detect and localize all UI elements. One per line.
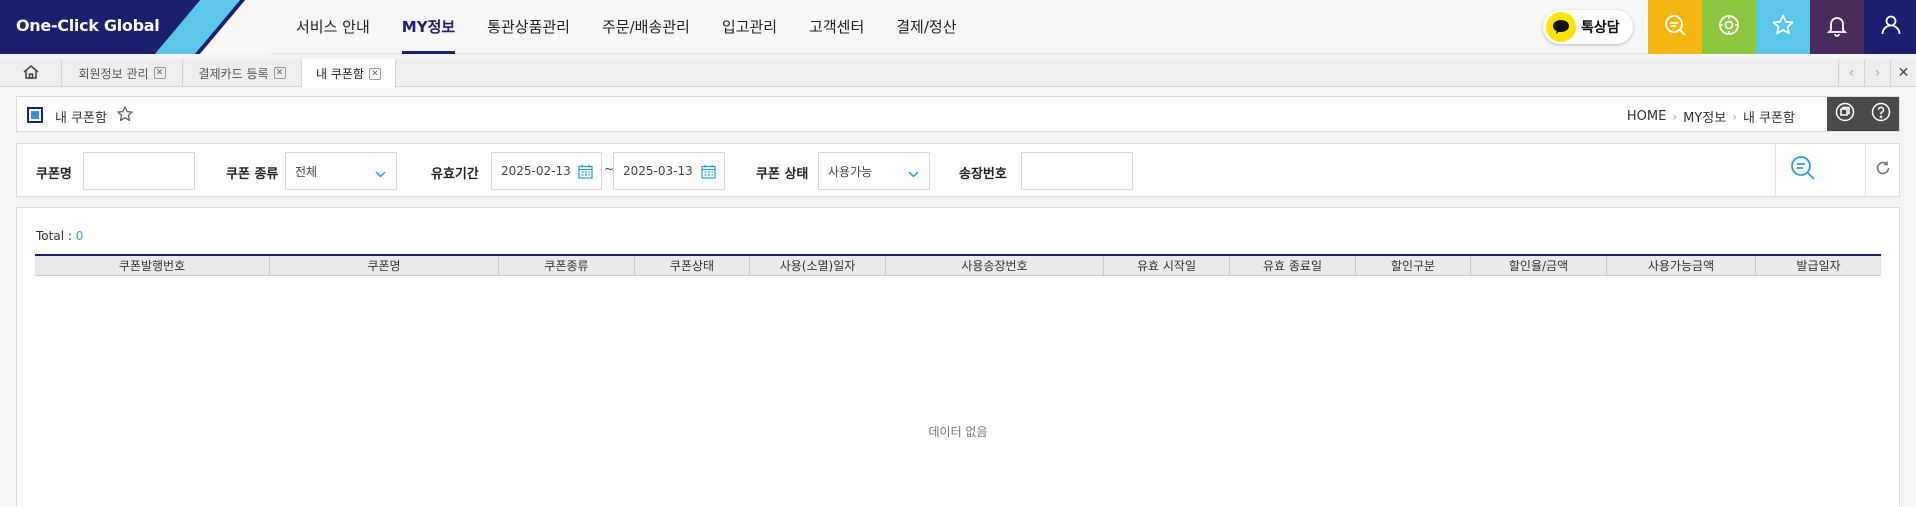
chevron-down-icon [908, 167, 919, 181]
column-valid-start[interactable]: 유효 시작일 [1104, 256, 1230, 276]
valid-period-label: 유효기간 [431, 167, 479, 182]
tab-close-icon[interactable]: ✕ [153, 67, 166, 79]
date-to-value: 2025-03-13 [623, 164, 693, 178]
column-coupon-type[interactable]: 쿠폰종류 [499, 256, 635, 276]
invoice-number-input[interactable] [1021, 152, 1133, 190]
bell-icon [1825, 13, 1849, 41]
kakao-chat-button[interactable]: 톡상담 [1543, 10, 1633, 44]
chevron-down-icon [375, 167, 386, 181]
search-list-icon [1789, 154, 1817, 186]
tab-scroll-right-button[interactable]: › [1864, 59, 1890, 87]
quick-notification-button[interactable] [1810, 0, 1864, 54]
top-header: One-Click Global 서비스 안내 MY정보 통관상품관리 주문/배… [0, 0, 1916, 54]
nav-item-customs-products[interactable]: 통관상품관리 [471, 0, 586, 54]
column-usable-amount[interactable]: 사용가능금액 [1607, 256, 1756, 276]
empty-state-message: 데이터 없음 [928, 425, 988, 439]
tab-payment-card[interactable]: 결제카드 등록 ✕ [183, 59, 302, 87]
grid-header: 쿠폰발행번호 쿠폰명 쿠폰종류 쿠폰상태 사용(소멸)일자 사용송장번호 유효 … [35, 254, 1881, 276]
brand-logo[interactable]: One-Click Global [0, 0, 270, 54]
new-window-button[interactable] [1827, 97, 1863, 131]
tab-label: 회원정보 관리 [78, 66, 149, 81]
quick-settings-button[interactable] [1702, 0, 1756, 54]
nav-item-service-guide[interactable]: 서비스 안내 [280, 0, 386, 54]
breadcrumb-home[interactable]: HOME [1627, 109, 1666, 124]
nav-item-my-info[interactable]: MY정보 [386, 0, 471, 54]
home-icon [23, 64, 39, 82]
search-filter-panel: 쿠폰명 쿠폰 종류 전체 유효기간 2025-02-13 ~ 2025-03-1… [16, 143, 1900, 197]
tab-member-info[interactable]: 회원정보 관리 ✕ [62, 59, 183, 87]
tab-scroll-left-button[interactable]: ‹ [1838, 59, 1864, 87]
column-used-invoice-no[interactable]: 사용송장번호 [886, 256, 1104, 276]
tab-close-icon[interactable]: ✕ [368, 67, 381, 80]
quick-favorite-button[interactable] [1756, 0, 1810, 54]
refresh-icon [1875, 160, 1891, 180]
column-coupon-status[interactable]: 쿠폰상태 [635, 256, 750, 276]
coupon-status-value: 사용가능 [828, 164, 873, 179]
column-coupon-issue-no[interactable]: 쿠폰발행번호 [35, 256, 270, 276]
kakao-chat-label: 톡상담 [1581, 20, 1620, 36]
window-icon [1835, 102, 1855, 126]
column-coupon-name[interactable]: 쿠폰명 [270, 256, 499, 276]
page-title: 내 쿠폰함 [55, 111, 107, 126]
user-icon [1879, 13, 1903, 41]
breadcrumb-current: 내 쿠폰함 [1743, 111, 1795, 126]
star-icon [1771, 13, 1795, 41]
nav-item-payment[interactable]: 결제/정산 [880, 0, 972, 54]
chat-search-icon [1663, 13, 1687, 41]
coupon-grid-panel: Total : 0 쿠폰발행번호 쿠폰명 쿠폰종류 쿠폰상태 사용(소멸)일자 … [16, 207, 1900, 507]
help-button[interactable] [1863, 97, 1899, 131]
column-discount-rate-amount[interactable]: 할인율/금액 [1471, 256, 1607, 276]
tab-home[interactable] [0, 59, 62, 87]
date-from-input[interactable]: 2025-02-13 [491, 152, 602, 190]
coupon-status-label: 쿠폰 상태 [756, 167, 809, 182]
nav-item-warehousing[interactable]: 입고관리 [706, 0, 793, 54]
total-count: Total : 0 [36, 229, 83, 243]
column-used-date[interactable]: 사용(소멸)일자 [750, 256, 886, 276]
tab-my-coupons[interactable]: 내 쿠폰함 ✕ [302, 59, 396, 88]
chat-bubble-icon [1546, 12, 1576, 42]
settings-cycle-icon [1717, 13, 1741, 41]
main-nav: 서비스 안내 MY정보 통관상품관리 주문/배송관리 입고관리 고객센터 결제/… [280, 0, 973, 54]
breadcrumb-separator-icon: › [1732, 109, 1738, 124]
search-button[interactable] [1775, 144, 1829, 196]
coupon-type-select[interactable]: 전체 [285, 152, 397, 190]
coupon-name-input[interactable] [83, 152, 195, 190]
close-icon: ✕ [1897, 65, 1910, 81]
breadcrumb: HOME › MY정보 › 내 쿠폰함 [1627, 107, 1795, 126]
column-issue-date[interactable]: 발급일자 [1756, 256, 1881, 276]
calendar-icon[interactable] [578, 164, 593, 182]
coupon-type-label: 쿠폰 종류 [226, 167, 279, 182]
tab-label: 내 쿠폰함 [316, 67, 364, 81]
coupon-type-value: 전체 [295, 164, 318, 179]
calendar-icon[interactable] [701, 164, 716, 182]
quick-chat-search-button[interactable] [1648, 0, 1702, 54]
tab-strip: 회원정보 관리 ✕ 결제카드 등록 ✕ 내 쿠폰함 ✕ ‹ › ✕ [0, 59, 1916, 88]
invoice-number-label: 송장번호 [959, 167, 1007, 182]
date-to-input[interactable]: 2025-03-13 [613, 152, 725, 190]
page-marker-icon [27, 107, 43, 123]
breadcrumb-separator-icon: › [1672, 109, 1678, 124]
close-all-tabs-button[interactable]: ✕ [1890, 59, 1916, 87]
total-count-value: 0 [75, 229, 84, 243]
column-discount-type[interactable]: 할인구분 [1356, 256, 1471, 276]
reset-button[interactable] [1865, 144, 1899, 196]
nav-item-order-shipping[interactable]: 주문/배송관리 [586, 0, 706, 54]
date-from-value: 2025-02-13 [501, 164, 571, 178]
help-icon [1871, 102, 1891, 126]
nav-item-customer-center[interactable]: 고객센터 [793, 0, 880, 54]
chevron-left-icon: ‹ [1848, 65, 1855, 81]
page-title-bar: 내 쿠폰함 HOME › MY정보 › 내 쿠폰함 [16, 96, 1900, 132]
favorite-star-icon[interactable] [116, 105, 134, 127]
breadcrumb-my-info[interactable]: MY정보 [1683, 107, 1726, 126]
coupon-status-select[interactable]: 사용가능 [818, 152, 930, 190]
tab-label: 결제카드 등록 [198, 66, 269, 81]
tab-close-icon[interactable]: ✕ [273, 67, 286, 79]
coupon-name-label: 쿠폰명 [36, 167, 72, 182]
quick-user-button[interactable] [1864, 0, 1916, 54]
chevron-right-icon: › [1874, 65, 1881, 81]
total-label: Total : [36, 229, 72, 243]
column-valid-end[interactable]: 유효 종료일 [1230, 256, 1356, 276]
logo-text: One-Click Global [16, 16, 160, 35]
